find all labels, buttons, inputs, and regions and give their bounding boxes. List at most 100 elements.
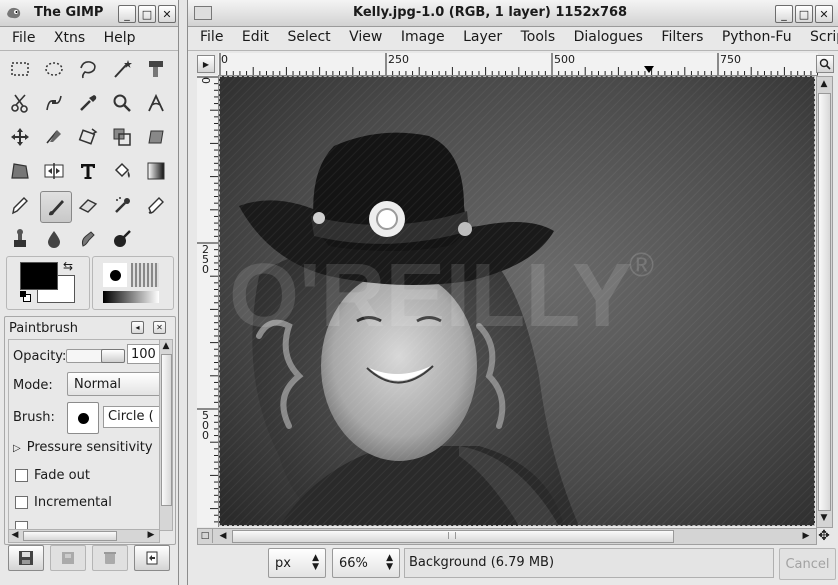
lasso-tool[interactable] xyxy=(74,55,102,83)
rotate-tool[interactable] xyxy=(74,123,102,151)
scale-tool[interactable] xyxy=(108,123,136,151)
image-close-button[interactable]: ✕ xyxy=(815,5,833,23)
opacity-slider-handle[interactable] xyxy=(101,349,125,363)
quickmask-toggle[interactable]: □ xyxy=(198,529,213,543)
menu-edit[interactable]: Edit xyxy=(242,29,269,45)
gradient-indicator[interactable] xyxy=(103,291,159,303)
scroll-right-arrow[interactable]: ▶ xyxy=(145,529,157,541)
perspective-tool[interactable] xyxy=(6,157,34,185)
flip-tool[interactable] xyxy=(40,157,68,185)
vertical-ruler[interactable]: 0 250 500 xyxy=(197,75,219,527)
hscroll-right-arrow[interactable]: ▶ xyxy=(799,529,813,543)
swap-colors-icon[interactable]: ⇆ xyxy=(63,259,73,273)
image-maximize-button[interactable]: □ xyxy=(795,5,813,23)
color-picker-tool[interactable] xyxy=(74,89,102,117)
paths-tool[interactable] xyxy=(40,89,68,117)
pressure-expander[interactable]: ▷ Pressure sensitivity xyxy=(13,440,153,455)
options-hscrollbar[interactable]: ◀ ▶ xyxy=(8,529,160,543)
blend-tool[interactable] xyxy=(142,157,170,185)
scroll-thumb[interactable] xyxy=(161,354,172,506)
vscroll-thumb[interactable] xyxy=(818,93,831,511)
smudge-tool[interactable] xyxy=(74,225,102,253)
image-canvas[interactable]: O'REILLY ® xyxy=(219,76,815,526)
text-tool[interactable] xyxy=(74,157,102,185)
ellipse-select-tool[interactable] xyxy=(40,55,68,83)
reset-options-button[interactable] xyxy=(134,545,170,571)
foreground-color-swatch[interactable] xyxy=(20,262,58,290)
ink-tool[interactable] xyxy=(142,191,170,219)
menu-dialogues[interactable]: Dialogues xyxy=(574,29,643,45)
toolbox-titlebar[interactable]: The GIMP _ □ ✕ xyxy=(0,0,178,27)
move-tool[interactable] xyxy=(6,123,34,151)
eraser-tool[interactable] xyxy=(74,191,102,219)
magic-wand-tool[interactable] xyxy=(108,55,136,83)
menu-script-fu[interactable]: Script-Fu xyxy=(810,29,838,45)
fade-out-check[interactable] xyxy=(15,469,28,482)
brush-preview-button[interactable] xyxy=(67,402,99,434)
hscroll-thumb[interactable] xyxy=(23,531,117,541)
menu-file[interactable]: File xyxy=(200,29,223,45)
select-by-color-tool[interactable] xyxy=(142,55,170,83)
hscroll-left-arrow[interactable]: ◀ xyxy=(216,529,230,543)
opacity-slider[interactable] xyxy=(66,349,125,363)
pencil-tool[interactable] xyxy=(6,191,34,219)
incremental-checkbox[interactable]: Incremental xyxy=(15,495,112,510)
navigate-icon[interactable]: ✥ xyxy=(816,528,832,544)
scissors-tool[interactable] xyxy=(6,89,34,117)
close-button[interactable]: ✕ xyxy=(158,5,176,23)
menu-file[interactable]: File xyxy=(12,30,35,46)
airbrush-tool[interactable] xyxy=(108,191,136,219)
mode-select[interactable]: Normal xyxy=(67,372,159,396)
dock-menu-button[interactable]: ◂ xyxy=(131,321,144,334)
save-options-button[interactable] xyxy=(8,545,44,571)
incremental-check[interactable] xyxy=(15,496,28,509)
brush-name-field[interactable]: Circle ( xyxy=(103,406,159,428)
zoom-tool[interactable] xyxy=(108,89,136,117)
opacity-value-field[interactable]: 100 xyxy=(127,344,159,364)
minimize-button[interactable]: _ xyxy=(118,5,136,23)
menu-image[interactable]: Image xyxy=(401,29,445,45)
image-vscrollbar[interactable]: ▲ ▼ xyxy=(816,76,833,528)
wilber-icon[interactable] xyxy=(5,5,23,21)
menu-tools[interactable]: Tools xyxy=(521,29,556,45)
unit-select[interactable]: px ▲ ▼ xyxy=(268,548,326,578)
bucket-fill-tool[interactable] xyxy=(108,157,136,185)
pattern-indicator[interactable] xyxy=(131,263,159,287)
rect-select-tool[interactable] xyxy=(6,55,34,83)
crop-tool[interactable] xyxy=(40,123,68,151)
menu-select[interactable]: Select xyxy=(287,29,330,45)
brush-indicator[interactable] xyxy=(103,263,127,287)
menu-help[interactable]: Help xyxy=(104,30,136,46)
image-titlebar[interactable]: Kelly.jpg-1.0 (RGB, 1 layer) 1152x768 _ … xyxy=(188,0,838,27)
zoom-to-window-button[interactable] xyxy=(816,55,834,73)
scroll-left-arrow[interactable]: ◀ xyxy=(9,529,21,541)
image-minimize-button[interactable]: _ xyxy=(775,5,793,23)
horizontal-ruler[interactable]: 0 250 500 750 xyxy=(218,53,818,76)
measure-tool[interactable] xyxy=(142,89,170,117)
options-vscrollbar[interactable]: ▲ xyxy=(159,339,173,531)
window-menu-icon[interactable] xyxy=(194,6,212,20)
menu-python-fu[interactable]: Python-Fu xyxy=(722,29,792,45)
zoom-select[interactable]: 66% ▲ ▼ xyxy=(332,548,400,578)
shear-tool[interactable] xyxy=(142,123,170,151)
menu-filters[interactable]: Filters xyxy=(661,29,703,45)
blur-tool[interactable] xyxy=(40,225,68,253)
image-hscrollbar[interactable]: □ ◀ ▶ xyxy=(197,528,817,545)
menu-view[interactable]: View xyxy=(349,29,382,45)
image-menu-button[interactable]: ▶ xyxy=(197,55,215,73)
dock-close-button[interactable]: ✕ xyxy=(153,321,166,334)
scroll-up-arrow[interactable]: ▲ xyxy=(160,340,172,352)
restore-options-button[interactable] xyxy=(50,545,86,571)
maximize-button[interactable]: □ xyxy=(138,5,156,23)
fade-out-checkbox[interactable]: Fade out xyxy=(15,468,90,483)
paintbrush-tool[interactable] xyxy=(40,191,72,223)
menu-layer[interactable]: Layer xyxy=(463,29,502,45)
default-colors-icon[interactable] xyxy=(20,291,31,302)
vscroll-up-arrow[interactable]: ▲ xyxy=(817,77,831,91)
cancel-button[interactable]: Cancel xyxy=(779,548,836,580)
clone-tool[interactable] xyxy=(6,225,34,253)
vscroll-down-arrow[interactable]: ▼ xyxy=(817,511,831,525)
dodge-burn-tool[interactable] xyxy=(108,225,136,253)
menu-xtns[interactable]: Xtns xyxy=(54,30,85,46)
delete-options-button[interactable] xyxy=(92,545,128,571)
